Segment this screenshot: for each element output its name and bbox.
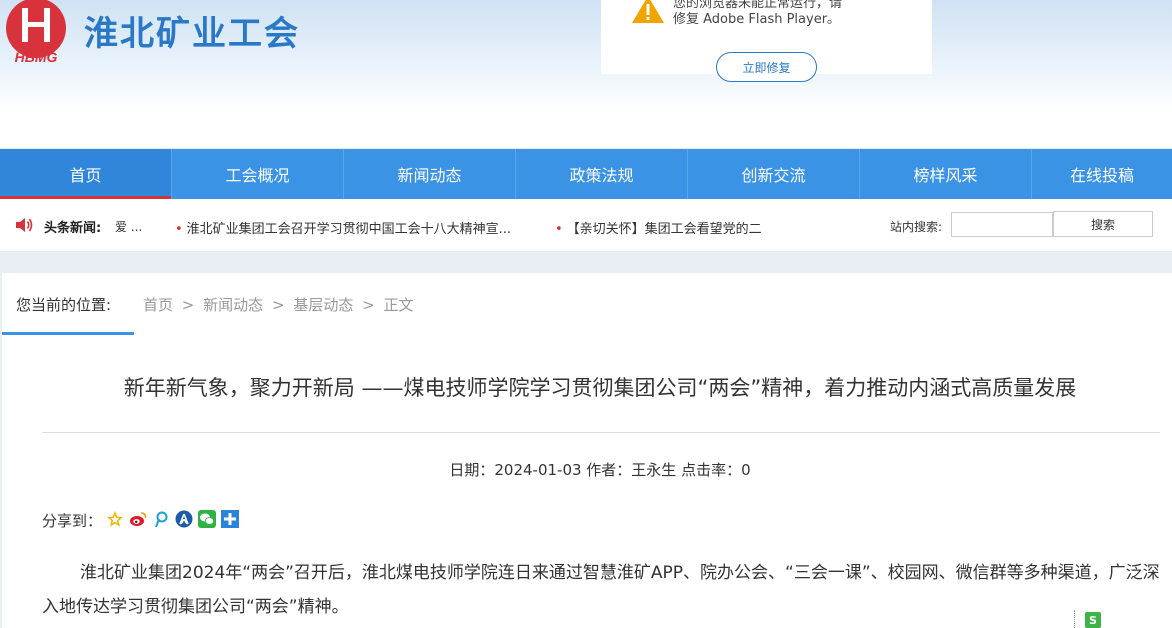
article-paragraph: 淮北矿业集团2024年“两会”召开后，淮北煤电技师学院连日来通过智慧淮矿APP、… — [42, 563, 1160, 617]
headline-news-text: 【亲切关怀】集团工会看望党的二 — [566, 222, 762, 237]
breadcrumb-separator: > — [271, 296, 285, 314]
site-search-input[interactable] — [951, 212, 1053, 237]
share-label: 分享到： — [42, 512, 103, 530]
warning-icon — [632, 0, 664, 23]
more-share-icon[interactable] — [221, 510, 239, 528]
breadcrumb-grassroots[interactable]: 基层动态 — [293, 296, 353, 314]
bullet-icon: • — [555, 222, 563, 237]
logo-text: HBMG — [15, 49, 58, 65]
hbmg-logo-icon[interactable]: HBMG — [2, 0, 70, 66]
wechat-icon[interactable] — [198, 510, 216, 528]
main-nav: 首页 工会概况 新闻动态 政策法规 创新交流 榜样风采 在线投稿 — [0, 149, 1172, 199]
breadcrumb-news[interactable]: 新闻动态 — [203, 296, 263, 314]
headline-news-item[interactable]: • 淮北矿业集团工会召开学习贯彻中国工会十八大精神宣... — [175, 218, 537, 237]
headline-news-label: 头条新闻: — [44, 221, 102, 236]
breadcrumb-separator: > — [362, 296, 375, 314]
side-widget-icon[interactable]: S — [1085, 612, 1101, 628]
qzone-icon[interactable] — [106, 510, 124, 528]
breadcrumb-home[interactable]: 首页 — [143, 296, 173, 314]
breadcrumb-tab: 您当前的位置: — [2, 273, 134, 335]
renren-icon[interactable] — [175, 510, 193, 528]
nav-item-role-models[interactable]: 榜样风采 — [860, 149, 1032, 199]
weibo-icon[interactable] — [129, 510, 147, 528]
repair-now-button[interactable]: 立即修复 — [716, 52, 817, 82]
breadcrumb: 首页 > 新闻动态 > 基层动态 > 正文 — [143, 294, 417, 315]
headline-news-bar: 头条新闻: 爱 ... • 淮北矿业集团工会召开学习贯彻中国工会十八大精神宣...… — [0, 199, 1172, 251]
site-header: HBMG 淮北矿业工会 您的浏览器未能正常运行，请 修复 Adobe Flash… — [0, 0, 1172, 148]
headline-news-text: 淮北矿业集团工会召开学习贯彻中国工会十八大精神宣... — [186, 222, 512, 237]
nav-item-policies[interactable]: 政策法规 — [516, 149, 688, 199]
search-button[interactable]: 搜索 — [1053, 211, 1153, 237]
bullet-icon: • — [175, 222, 183, 237]
site-search-label: 站内搜索: — [890, 220, 943, 234]
breadcrumb-label: 您当前的位置: — [16, 296, 112, 314]
breadcrumb-separator: > — [181, 296, 195, 314]
nav-item-innovation[interactable]: 创新交流 — [688, 149, 860, 199]
nav-item-home[interactable]: 首页 — [0, 149, 172, 199]
site-title[interactable]: 淮北矿业工会 — [84, 6, 300, 55]
nav-item-union-overview[interactable]: 工会概况 — [172, 149, 344, 199]
speaker-icon — [16, 218, 33, 232]
nav-item-submit-online[interactable]: 在线投稿 — [1032, 149, 1172, 199]
nav-item-news[interactable]: 新闻动态 — [344, 149, 516, 199]
article-meta: 日期：2024-01-03 作者：王永生 点击率：0 — [449, 461, 751, 479]
side-widget[interactable]: S — [1074, 610, 1124, 628]
share-icons — [106, 510, 239, 528]
article-container: 您当前的位置: 首页 > 新闻动态 > 基层动态 > 正文 新年新气象，聚力开新… — [2, 273, 1172, 628]
headline-news-item[interactable]: • 【亲切关怀】集团工会看望党的二 — [555, 218, 767, 237]
flash-warning-popup: 您的浏览器未能正常运行，请 修复 Adobe Flash Player。 立即修… — [601, 0, 932, 82]
breadcrumb-current: 正文 — [383, 296, 414, 314]
tencent-weibo-icon[interactable] — [152, 510, 170, 528]
article-title: 新年新气象，聚力开新局 ——煤电技师学院学习贯彻集团公司“两会”精神，着力推动内… — [123, 376, 1077, 400]
flash-message-line2: 修复 Adobe Flash Player。 — [673, 12, 841, 27]
title-divider — [42, 432, 1160, 433]
headline-news-snippet[interactable]: 爱 ... — [115, 218, 142, 235]
